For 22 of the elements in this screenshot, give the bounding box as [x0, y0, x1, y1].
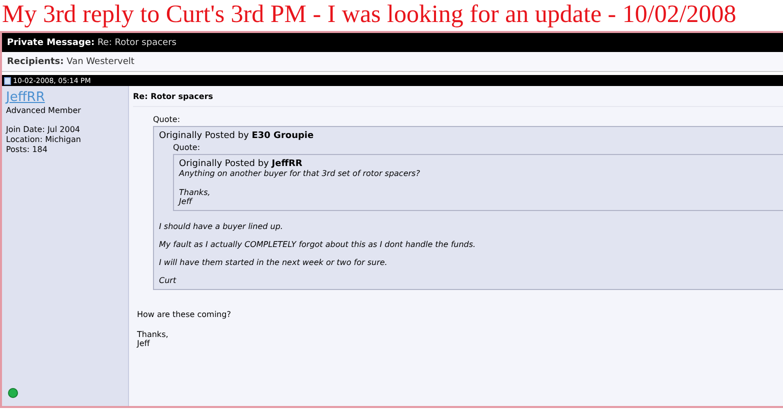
quote-attribution: Originally Posted by E30 Groupie [159, 131, 315, 141]
quote-text: Curt [159, 276, 178, 285]
quote-text: I should have a buyer lined up. [159, 222, 284, 231]
quote-label: Quote: [153, 115, 182, 124]
recipients-text: Recipients: Van Westervelt [7, 56, 134, 66]
quote-attribution: Originally Posted by JeffRR [179, 159, 304, 169]
quote-text: Anything on another buyer for that 3rd set of rotor spacers? [179, 169, 421, 178]
quote-label: Quote: [173, 143, 202, 152]
user-detail: Posts: 184 [6, 145, 48, 155]
user-rank: Advanced Member [6, 106, 81, 115]
user-detail: Join Date: Jul 2004 [6, 125, 81, 135]
post-title: Re: Rotor spacers [133, 92, 783, 107]
quote-text: My fault as I actually COMPLETELY forgot about this as I dont handle the funds. [159, 240, 477, 249]
message-subject: Private Message: Re: Rotor spacers [7, 38, 176, 48]
page-title: My 3rd reply to Curt's 3rd PM - I was looking for an update - 10/02/2008 [1, 0, 738, 30]
username-link[interactable]: JeffRR [6, 91, 45, 105]
message-text: How are these coming? [137, 310, 232, 319]
document-icon [4, 76, 11, 84]
quote-text: I will have them started in the next week or two for sure. [159, 258, 388, 267]
user-detail: Location: Michigan [6, 135, 81, 145]
quote-text: Thanks, Jeff [179, 188, 212, 206]
message-text: Thanks, Jeff [137, 330, 170, 348]
